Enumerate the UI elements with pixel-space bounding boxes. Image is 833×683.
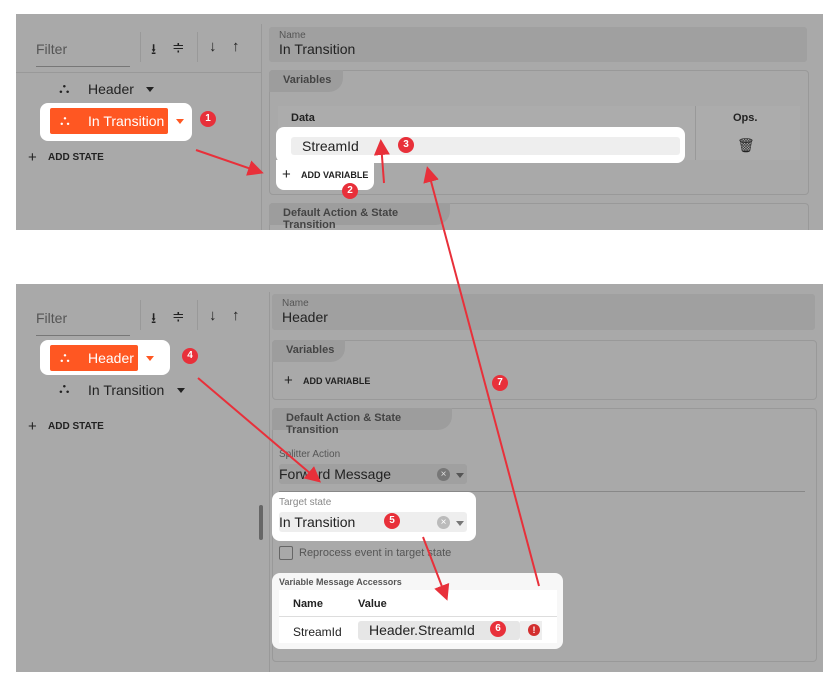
arrow-1 bbox=[195, 149, 264, 176]
arrow-5 bbox=[422, 536, 450, 601]
arrow-4 bbox=[197, 377, 322, 483]
arrow-2 bbox=[373, 139, 390, 184]
annotation-arrows bbox=[195, 139, 540, 601]
arrow-3 bbox=[423, 166, 540, 587]
